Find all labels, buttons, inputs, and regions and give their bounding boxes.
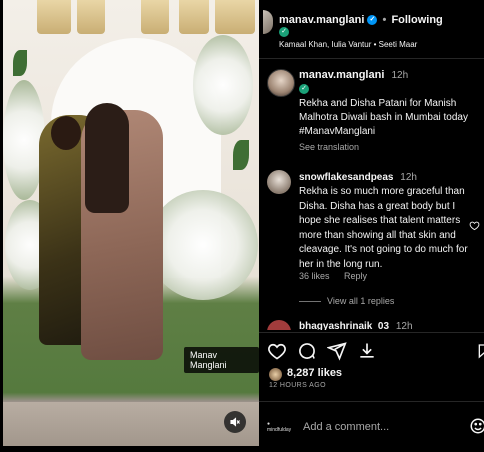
see-translation-link[interactable]: See translation bbox=[299, 142, 359, 152]
download-button[interactable] bbox=[357, 341, 377, 366]
lantern-decor bbox=[179, 0, 209, 34]
audio-line: Kamaal Khan, Iulia Vantur • Seeti Maar bbox=[279, 40, 417, 49]
verified-badge-icon: ✓ bbox=[367, 15, 378, 26]
comment-box-avatar: ● mindfulday bbox=[267, 421, 292, 433]
comment-like-button[interactable] bbox=[469, 218, 480, 236]
avatar[interactable] bbox=[263, 10, 273, 34]
comment-avatar[interactable] bbox=[267, 170, 291, 194]
post-photo[interactable]: Manav Manglani bbox=[3, 0, 259, 446]
comment-time: 12h bbox=[395, 321, 413, 330]
like-button[interactable] bbox=[267, 341, 287, 366]
comment-text: Rekha is so much more graceful than Dish… bbox=[299, 186, 468, 270]
audio-song[interactable]: Seeti Maar bbox=[379, 40, 418, 49]
save-button[interactable] bbox=[476, 341, 484, 366]
caption-user-line: manav.manglani 12h bbox=[299, 69, 408, 81]
lantern-decor bbox=[215, 0, 255, 34]
post-header: manav.manglani ✓ • Following ✓ Kamaal Kh… bbox=[259, 0, 484, 59]
video-watermark: Manav Manglani bbox=[184, 347, 259, 373]
add-comment-bar: ● mindfulday bbox=[259, 401, 484, 452]
caption-username[interactable]: manav.manglani bbox=[299, 69, 384, 81]
comment-avatar[interactable] bbox=[267, 320, 291, 330]
verified-badge-icon: ✓ bbox=[299, 84, 309, 94]
comment-time: 12h bbox=[400, 172, 417, 183]
emoji-button[interactable] bbox=[469, 417, 484, 440]
comment-meta: 36 likes Reply bbox=[299, 271, 379, 281]
heart-icon bbox=[268, 343, 286, 360]
next-comment-peek: bhagyashrinaik_03 12h bbox=[267, 318, 484, 330]
header-user-line: manav.manglani ✓ • Following bbox=[279, 14, 443, 26]
speaker-muted-icon bbox=[230, 417, 240, 427]
reply-button[interactable]: Reply bbox=[344, 271, 367, 281]
replies-line bbox=[299, 301, 321, 303]
leaf-decor bbox=[13, 50, 27, 76]
paper-plane-icon bbox=[326, 342, 347, 361]
post-details-panel: manav.manglani ✓ • Following ✓ Kamaal Kh… bbox=[259, 0, 484, 450]
leaf-decor bbox=[233, 140, 249, 170]
audio-credits[interactable]: Kamaal Khan, Iulia Vantur bbox=[279, 40, 371, 49]
comment-username[interactable]: bhagyashrinaik_03 bbox=[299, 321, 389, 330]
floor bbox=[3, 402, 259, 446]
share-button[interactable] bbox=[326, 341, 347, 366]
next-comment-user-line: bhagyashrinaik_03 12h bbox=[299, 321, 413, 330]
likes-count[interactable]: 8,287 likes bbox=[287, 367, 342, 379]
bookmark-icon bbox=[478, 344, 484, 359]
heart-icon bbox=[469, 221, 480, 231]
person-hair bbox=[85, 103, 129, 213]
person-head bbox=[51, 116, 81, 150]
comment-input[interactable] bbox=[301, 416, 455, 438]
view-replies-label: View all 1 replies bbox=[327, 296, 395, 306]
comment-username[interactable]: snowflakesandpeas bbox=[299, 172, 393, 183]
posted-time: 12 HOURS AGO bbox=[269, 382, 326, 389]
comment-user-line: snowflakesandpeas 12h bbox=[299, 172, 417, 183]
caption-text: Rekha and Disha Patani for Manish Malhot… bbox=[299, 98, 468, 137]
caption-avatar[interactable] bbox=[267, 69, 295, 97]
caption-time: 12h bbox=[391, 70, 409, 81]
post-actions: 8,287 likes 12 HOURS AGO ● mindfulday bbox=[259, 332, 484, 451]
flower-decor bbox=[193, 35, 253, 135]
flower-decor bbox=[148, 190, 258, 300]
comment-likes[interactable]: 36 likes bbox=[299, 271, 330, 281]
header-username[interactable]: manav.manglani bbox=[279, 14, 364, 26]
smiley-icon bbox=[470, 418, 484, 434]
lantern-decor bbox=[37, 0, 71, 34]
liker-avatar[interactable] bbox=[269, 368, 282, 381]
following-button[interactable]: Following bbox=[391, 14, 442, 26]
separator-dot: • bbox=[382, 14, 387, 26]
lantern-decor bbox=[77, 0, 105, 34]
comment-button[interactable] bbox=[297, 341, 317, 366]
lantern-decor bbox=[141, 0, 169, 34]
mute-button[interactable] bbox=[224, 411, 246, 433]
download-icon bbox=[360, 343, 374, 358]
view-replies-link[interactable]: View all 1 replies bbox=[299, 296, 394, 306]
verified-badge-icon: ✓ bbox=[279, 27, 289, 37]
comment-bubble-icon bbox=[299, 343, 315, 359]
